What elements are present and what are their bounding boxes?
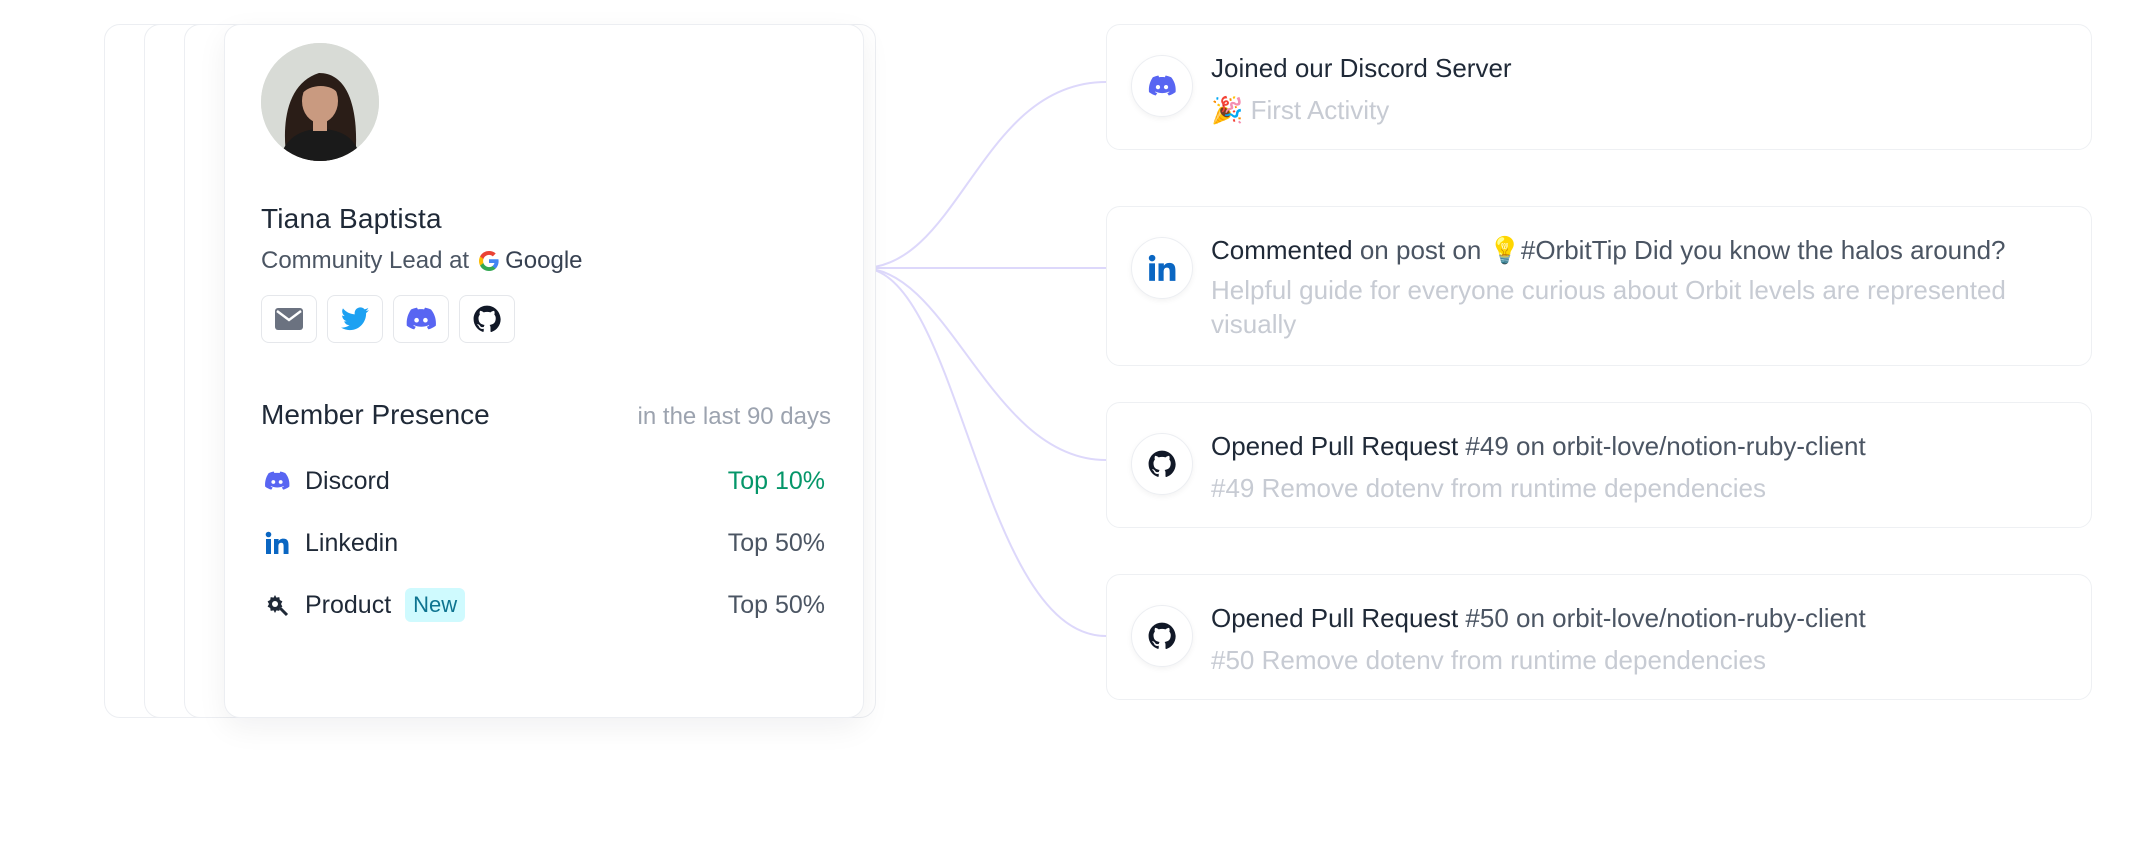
company: Google — [477, 247, 583, 275]
discord-icon — [1148, 75, 1176, 96]
connector-line — [861, 267, 1107, 461]
activity-item[interactable]: Opened Pull Request #50 on orbit-love/no… — [1106, 574, 2092, 700]
avatar — [261, 43, 379, 161]
connector-line — [861, 267, 1107, 637]
activity-item[interactable]: Joined our Discord Server 🎉 First Activi… — [1106, 24, 2092, 150]
member-profile-card[interactable]: Tiana Baptista Community Lead at Google — [224, 24, 864, 718]
email-button[interactable] — [261, 295, 317, 343]
activity-item[interactable]: Opened Pull Request #49 on orbit-love/no… — [1106, 402, 2092, 528]
activity-title: Opened Pull Request #49 on orbit-love/no… — [1211, 431, 1866, 461]
presence-label: Discord — [305, 466, 390, 495]
github-icon — [1148, 450, 1176, 477]
presence-rank: Top 50% — [727, 590, 825, 619]
party-popper-icon: 🎉 — [1211, 95, 1244, 125]
github-button[interactable] — [459, 295, 515, 343]
presence-row-product: Product New Top 50% — [261, 585, 825, 625]
connector-line — [861, 81, 1107, 269]
activity-item[interactable]: Commented on post on 💡#OrbitTip Did you … — [1106, 206, 2092, 366]
activity-icon-badge — [1131, 605, 1193, 667]
twitter-icon — [341, 307, 369, 331]
presence-row-discord: Discord Top 10% — [261, 461, 825, 501]
company-name: Google — [505, 247, 583, 274]
activity-subtitle: #50 Remove dotenv from runtime dependenc… — [1211, 645, 1766, 675]
linkedin-icon — [1148, 254, 1176, 281]
presence-title: Member Presence — [261, 399, 490, 430]
activity-icon-badge — [1131, 433, 1193, 495]
activity-subtitle: Helpful guide for everyone curious about… — [1211, 275, 2006, 339]
discord-icon — [261, 465, 293, 497]
discord-icon — [406, 307, 436, 330]
activity-title: Commented on post on 💡#OrbitTip Did you … — [1211, 235, 2006, 265]
presence-label: Product — [305, 590, 392, 619]
activity-icon-badge — [1131, 237, 1193, 299]
presence-rank: Top 50% — [727, 528, 825, 557]
discord-button[interactable] — [393, 295, 449, 343]
member-role: Community Lead at Google — [261, 247, 583, 275]
linkedin-icon — [261, 527, 293, 559]
social-links — [261, 295, 515, 343]
presence-row-linkedin: Linkedin Top 50% — [261, 523, 825, 563]
twitter-button[interactable] — [327, 295, 383, 343]
product-icon — [261, 589, 293, 621]
role-text: Community Lead at — [261, 247, 470, 274]
activity-subtitle: 🎉 First Activity — [1211, 95, 1390, 125]
github-icon — [1148, 622, 1176, 649]
google-logo-icon — [479, 251, 499, 271]
activity-subtitle: #49 Remove dotenv from runtime dependenc… — [1211, 473, 1766, 503]
new-badge: New — [405, 588, 466, 622]
presence-label: Linkedin — [305, 528, 399, 557]
activity-title: Joined our Discord Server — [1211, 53, 1512, 83]
presence-rank: Top 10% — [727, 466, 825, 495]
email-icon — [275, 308, 303, 330]
github-icon — [473, 305, 501, 332]
presence-period: in the last 90 days — [637, 403, 831, 430]
activity-title: Opened Pull Request #50 on orbit-love/no… — [1211, 603, 1866, 633]
activity-icon-badge — [1131, 55, 1193, 117]
member-name: Tiana Baptista — [261, 203, 442, 234]
